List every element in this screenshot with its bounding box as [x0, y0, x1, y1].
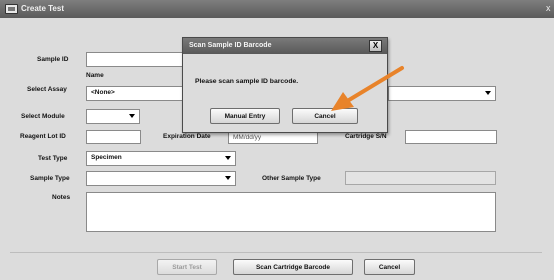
cartridge-sn-label: Cartridge S/N	[345, 133, 387, 140]
notes-textarea[interactable]	[86, 192, 496, 232]
test-type-label: Test Type	[38, 155, 68, 162]
test-type-value: Specimen	[91, 154, 122, 161]
select-assay-label: Select Assay	[27, 86, 67, 93]
reagent-lot-label: Reagent Lot ID	[20, 133, 66, 140]
notes-label: Notes	[52, 194, 71, 201]
select-module-combo[interactable]	[86, 109, 140, 124]
sample-id-label: Sample ID	[37, 56, 69, 63]
select-module-label: Select Module	[21, 113, 65, 120]
divider	[10, 252, 542, 253]
other-sample-type-input[interactable]	[345, 171, 496, 185]
expiration-date-placeholder: MM/dd/yy	[233, 134, 262, 141]
select-assay-value: <None>	[91, 89, 115, 96]
start-test-button[interactable]: Start Test	[157, 259, 217, 275]
cancel-button[interactable]: Cancel	[364, 259, 415, 275]
scan-cartridge-barcode-button[interactable]: Scan Cartridge Barcode	[233, 259, 353, 275]
chevron-down-icon	[129, 114, 135, 118]
chevron-down-icon	[485, 91, 491, 95]
sample-type-label: Sample Type	[30, 175, 70, 182]
scan-sample-id-dialog: Scan Sample ID Barcode X Please scan sam…	[182, 37, 388, 133]
select-assay-combo-left[interactable]: <None>	[86, 86, 183, 101]
create-test-window: Create Test x Sample ID Name Select Assa…	[0, 0, 554, 280]
chevron-down-icon	[225, 176, 231, 180]
window-icon	[5, 4, 18, 14]
sample-id-input[interactable]	[86, 52, 186, 67]
other-sample-type-label: Other Sample Type	[262, 175, 321, 182]
dialog-close-icon[interactable]: X	[369, 40, 382, 52]
name-label: Name	[86, 72, 104, 79]
sample-type-combo[interactable]	[86, 171, 236, 186]
manual-entry-button[interactable]: Manual Entry	[210, 108, 280, 124]
expiration-date-label: Expiration Date	[163, 133, 211, 140]
chevron-down-icon	[225, 156, 231, 160]
dialog-title-bar: Scan Sample ID Barcode X	[183, 38, 387, 54]
cartridge-sn-input[interactable]	[405, 130, 497, 144]
dialog-message: Please scan sample ID barcode.	[195, 78, 299, 85]
test-type-combo[interactable]: Specimen	[86, 151, 236, 166]
select-assay-combo[interactable]	[388, 86, 496, 101]
window-close-icon[interactable]: x	[546, 3, 551, 13]
window-title: Create Test	[21, 4, 64, 13]
dialog-cancel-button[interactable]: Cancel	[292, 108, 358, 124]
reagent-lot-input[interactable]	[86, 130, 141, 144]
title-bar: Create Test x	[0, 0, 554, 18]
dialog-title: Scan Sample ID Barcode	[189, 42, 272, 49]
